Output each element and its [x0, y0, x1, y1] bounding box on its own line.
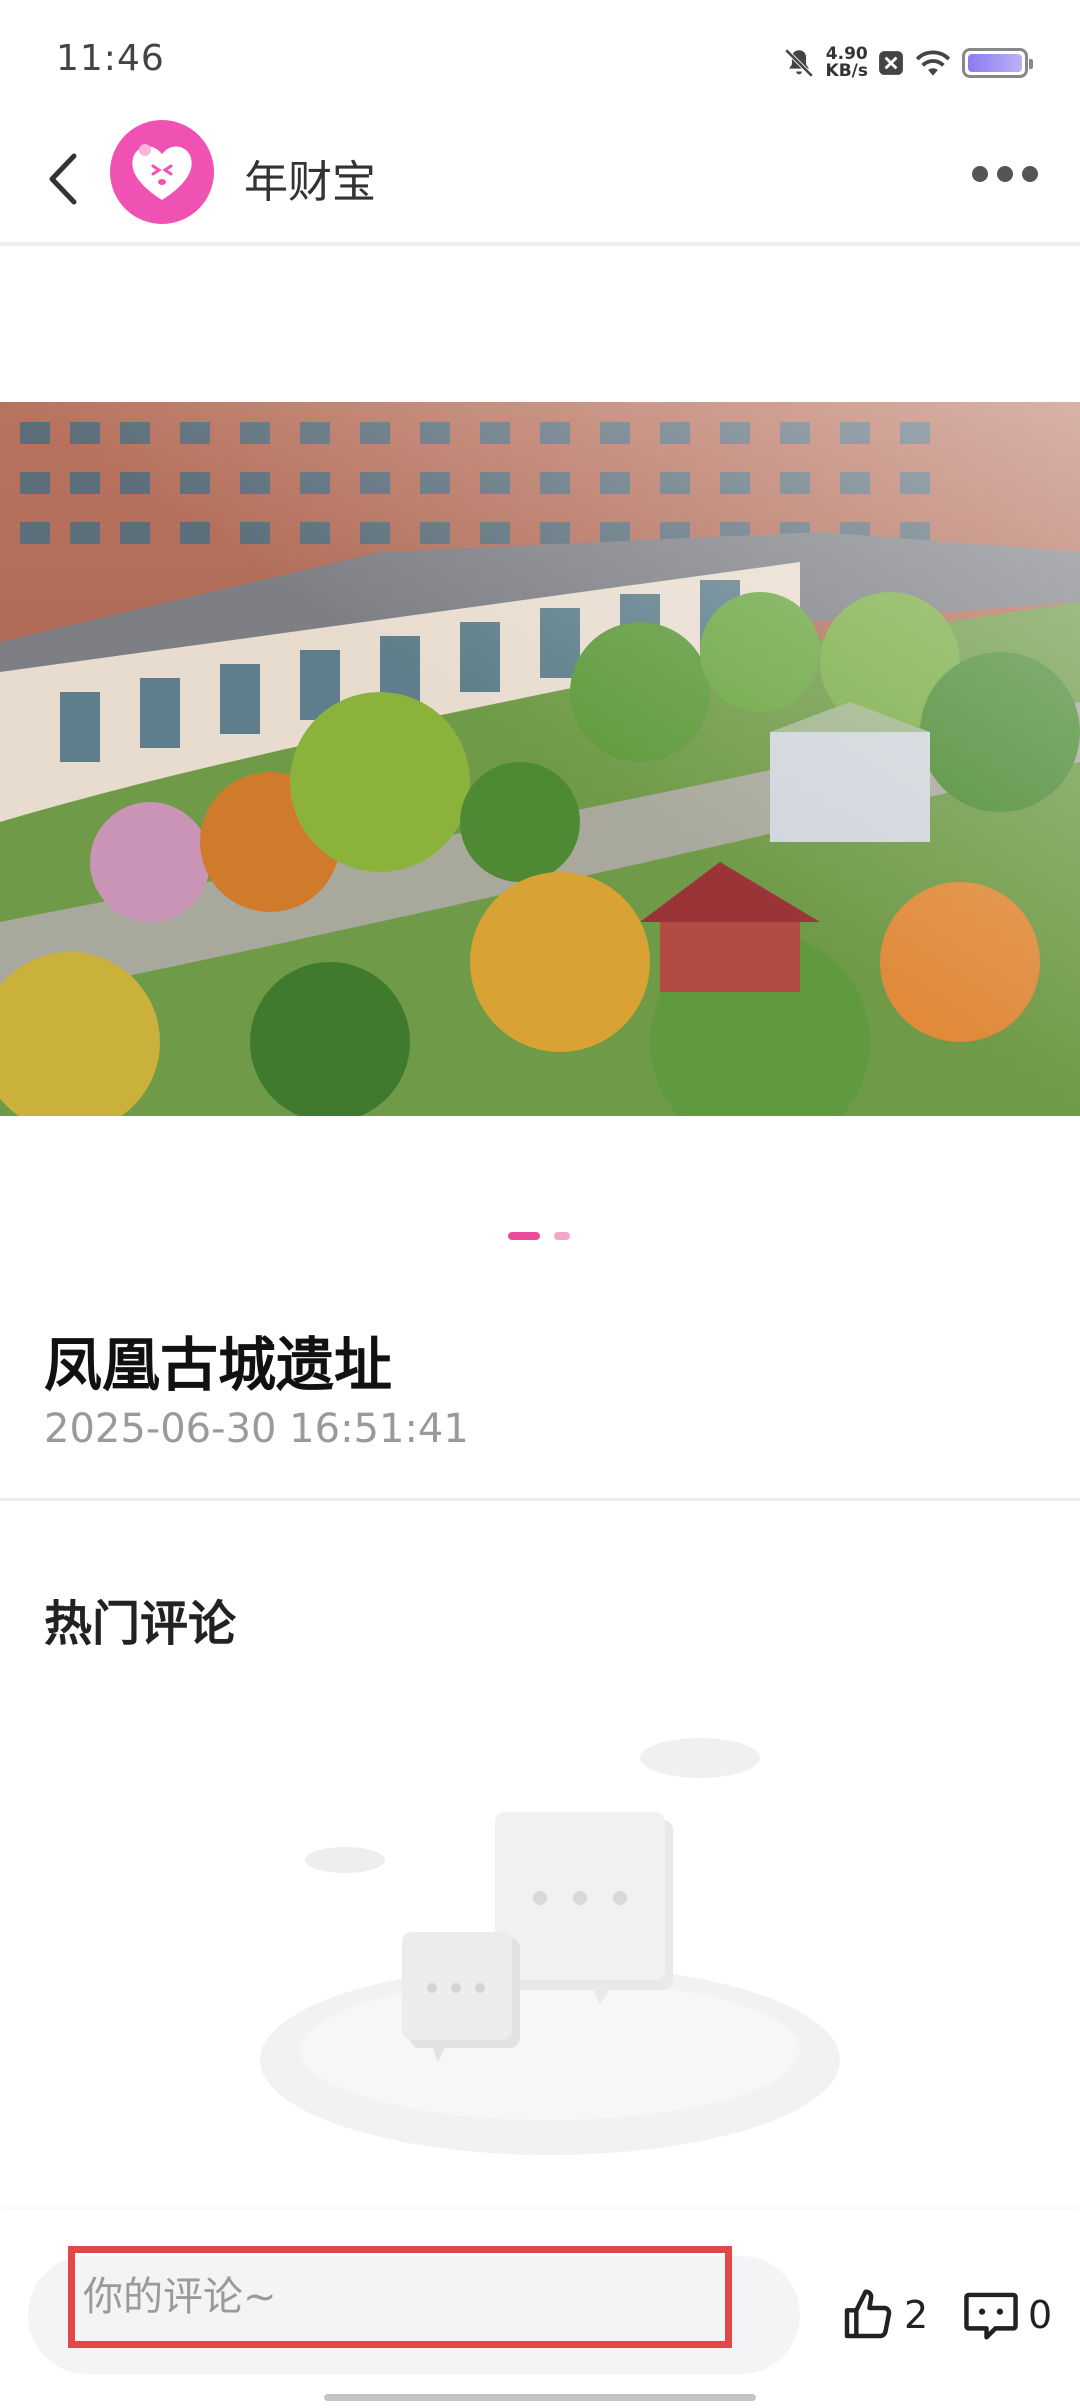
app-title: 年财宝	[244, 157, 376, 208]
thumbs-up-icon	[844, 2289, 892, 2339]
battery-icon	[962, 48, 1033, 78]
carousel-image[interactable]	[0, 402, 1080, 1116]
carousel-indicator	[508, 1232, 570, 1240]
carousel-dot-active[interactable]	[508, 1232, 540, 1240]
status-bar: 11:46 4.90 KB/s	[0, 0, 1080, 120]
more-dots-icon[interactable]	[972, 164, 1038, 184]
heart-face-icon	[132, 144, 192, 200]
net-speed-unit: KB/s	[825, 61, 868, 81]
comment-button[interactable]: 0	[962, 2270, 1052, 2360]
status-icons: 4.90 KB/s	[782, 40, 1033, 86]
chevron-left-icon[interactable]	[40, 144, 86, 214]
comment-bubble-icon	[964, 2292, 1018, 2340]
mute-bell-icon	[784, 48, 813, 78]
post-datetime: 2025-06-30 16:51:41	[44, 1406, 469, 1452]
building-garden-photo	[0, 402, 1080, 1116]
chat-header: 年财宝	[0, 120, 1080, 246]
carousel-dot[interactable]	[554, 1232, 570, 1240]
wifi-icon	[915, 50, 951, 76]
like-button[interactable]: 2	[840, 2270, 928, 2360]
avatar[interactable]	[110, 120, 214, 224]
bottom-action-bar: 2 0	[0, 2210, 1080, 2408]
comments-section-title: 热门评论	[44, 1596, 237, 1652]
comment-count: 0	[1028, 2293, 1053, 2337]
net-speed: 4.90 KB/s	[826, 46, 868, 80]
status-time: 11:46	[56, 38, 165, 79]
comment-input[interactable]	[68, 2246, 732, 2348]
like-count: 2	[904, 2293, 929, 2337]
app-notification-icon	[879, 51, 903, 75]
empty-comments-icon	[250, 1720, 850, 2160]
home-indicator[interactable]	[324, 2394, 756, 2401]
post-title: 凤凰古城遗址	[44, 1331, 393, 1399]
divider	[0, 1498, 1080, 1501]
